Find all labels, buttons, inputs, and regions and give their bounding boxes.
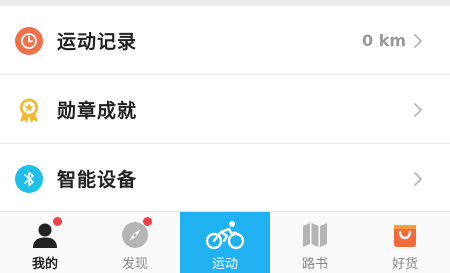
tab-sport[interactable]: 运动 xyxy=(180,212,270,273)
tab-label: 好货 xyxy=(391,257,418,272)
shopping-bag-icon xyxy=(390,220,420,250)
medal-icon xyxy=(15,96,43,124)
map-icon xyxy=(300,220,330,250)
notification-badge xyxy=(52,216,63,227)
distance-value: 0 km xyxy=(361,31,406,50)
notification-badge xyxy=(142,216,153,227)
menu-item-smart-devices[interactable]: 智能设备 xyxy=(0,144,450,213)
menu-item-medals[interactable]: 勋章成就 xyxy=(0,75,450,144)
tab-route-book[interactable]: 路书 xyxy=(270,212,360,273)
clock-icon xyxy=(15,26,43,55)
menu-item-label: 智能设备 xyxy=(57,169,138,191)
menu-list: 运动记录 0 km 勋章成就 智能设备 xyxy=(0,6,450,213)
tab-label: 发现 xyxy=(121,257,148,272)
tab-label: 运动 xyxy=(211,257,238,272)
tab-label: 路书 xyxy=(301,257,328,272)
bluetooth-icon xyxy=(15,164,43,193)
chevron-right-icon xyxy=(410,171,426,187)
bottom-tab-bar: 我的 发现 运动 路书 好货 xyxy=(0,211,450,273)
menu-item-label: 勋章成就 xyxy=(57,100,138,122)
tab-label: 我的 xyxy=(31,257,58,272)
chevron-right-icon xyxy=(410,102,426,118)
tab-discover[interactable]: 发现 xyxy=(90,212,180,273)
menu-item-label: 运动记录 xyxy=(57,31,138,53)
menu-item-activity-records[interactable]: 运动记录 0 km xyxy=(0,6,450,75)
bicycle-icon xyxy=(205,220,245,250)
chevron-right-icon xyxy=(410,33,426,49)
tab-shop[interactable]: 好货 xyxy=(360,212,450,273)
tab-mine[interactable]: 我的 xyxy=(0,212,90,273)
